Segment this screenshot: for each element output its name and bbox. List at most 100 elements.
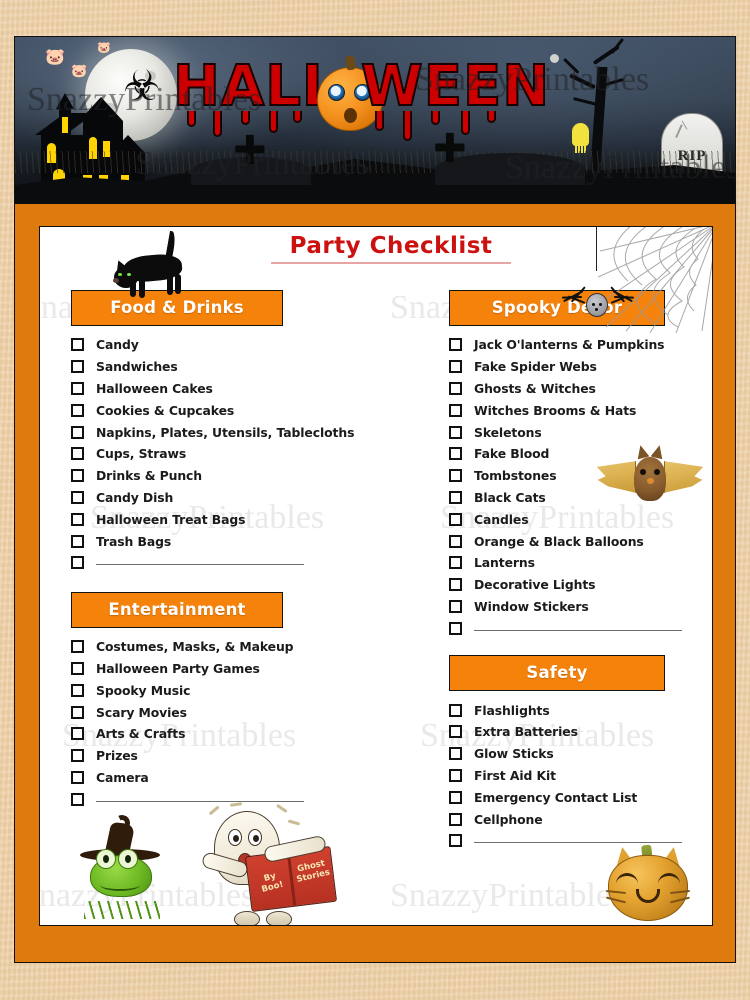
halloween-title-left: HALL [172, 54, 339, 119]
checkbox[interactable] [71, 792, 84, 806]
list-item-blank[interactable] [449, 830, 712, 852]
checkbox[interactable] [449, 834, 462, 848]
page-title: Party Checklist [271, 233, 511, 264]
list-item[interactable]: Cookies & Cupcakes [71, 399, 371, 421]
checkbox[interactable] [71, 360, 84, 374]
checkbox[interactable] [449, 725, 462, 739]
checkbox[interactable] [71, 381, 84, 395]
list-item[interactable]: Drinks & Punch [71, 465, 371, 487]
list-item[interactable]: Camera [71, 767, 371, 789]
list-item[interactable]: Sandwiches [71, 356, 371, 378]
checkbox[interactable] [71, 469, 84, 483]
list-item[interactable]: Tombstones [449, 465, 712, 487]
checkbox[interactable] [71, 661, 84, 675]
item-label: Arts & Crafts [96, 726, 186, 742]
item-label: Scary Movies [96, 704, 187, 720]
list-item[interactable]: Extra Batteries [449, 721, 712, 743]
section-list-safety: Flashlights Extra Batteries Glow Sticks … [449, 699, 712, 852]
checkbox[interactable] [449, 812, 462, 826]
list-item-blank[interactable] [449, 617, 712, 639]
list-item[interactable]: Orange & Black Balloons [449, 530, 712, 552]
write-in-line[interactable] [96, 800, 304, 802]
list-item[interactable]: Costumes, Masks, & Makeup [71, 636, 371, 658]
list-item[interactable]: Flashlights [449, 699, 712, 721]
item-label: Cups, Straws [96, 446, 187, 462]
checkbox[interactable] [71, 770, 84, 784]
list-item[interactable]: Decorative Lights [449, 574, 712, 596]
item-label: Camera [96, 769, 149, 785]
checkbox[interactable] [449, 360, 462, 374]
checkbox[interactable] [449, 490, 462, 504]
list-item[interactable]: Spooky Music [71, 679, 371, 701]
checkbox[interactable] [449, 425, 462, 439]
write-in-line[interactable] [474, 629, 682, 631]
write-in-line[interactable] [96, 564, 304, 566]
checkbox[interactable] [449, 512, 462, 526]
list-item[interactable]: Halloween Cakes [71, 378, 371, 400]
checkbox[interactable] [71, 534, 84, 548]
list-item[interactable]: Lanterns [449, 552, 712, 574]
section-list-spooky-decor: Jack O'lanterns & Pumpkins Fake Spider W… [449, 334, 712, 639]
list-item[interactable]: Prizes [71, 745, 371, 767]
list-item[interactable]: First Aid Kit [449, 765, 712, 787]
right-column: Spooky Decor Jack O'lanterns & Pumpkins … [449, 290, 712, 852]
checkbox[interactable] [449, 768, 462, 782]
checkbox[interactable] [449, 469, 462, 483]
checkbox[interactable] [71, 749, 84, 763]
checkbox[interactable] [71, 425, 84, 439]
checkbox[interactable] [71, 403, 84, 417]
list-item[interactable]: Fake Blood [449, 443, 712, 465]
list-item[interactable]: Trash Bags [71, 530, 371, 552]
checkbox[interactable] [449, 747, 462, 761]
checkbox[interactable] [71, 447, 84, 461]
list-item[interactable]: Glow Sticks [449, 743, 712, 765]
checkbox[interactable] [449, 381, 462, 395]
checkbox[interactable] [71, 683, 84, 697]
checkbox[interactable] [71, 705, 84, 719]
list-item[interactable]: Candy Dish [71, 487, 371, 509]
checkbox[interactable] [449, 790, 462, 804]
checkbox[interactable] [71, 640, 84, 654]
checkbox[interactable] [71, 556, 84, 570]
list-item[interactable]: Jack O'lanterns & Pumpkins [449, 334, 712, 356]
checkbox[interactable] [71, 727, 84, 741]
checkbox[interactable] [71, 338, 84, 352]
item-label: Decorative Lights [474, 577, 596, 593]
list-item[interactable]: Ghosts & Witches [449, 378, 712, 400]
list-item[interactable]: Cups, Straws [71, 443, 371, 465]
list-item[interactable]: Halloween Party Games [71, 658, 371, 680]
checkbox[interactable] [449, 703, 462, 717]
checkbox[interactable] [449, 556, 462, 570]
list-item[interactable]: Witches Brooms & Hats [449, 399, 712, 421]
list-item-blank[interactable] [71, 552, 371, 574]
list-item[interactable]: Window Stickers [449, 596, 712, 618]
item-label: Emergency Contact List [474, 789, 638, 805]
checkbox[interactable] [449, 621, 462, 635]
list-item[interactable]: Halloween Treat Bags [71, 508, 371, 530]
list-item[interactable]: Cellphone [449, 808, 712, 830]
checkbox[interactable] [449, 534, 462, 548]
list-item[interactable]: Black Cats [449, 487, 712, 509]
checkbox[interactable] [449, 599, 462, 613]
list-item[interactable]: Scary Movies [71, 701, 371, 723]
checkbox[interactable] [71, 490, 84, 504]
write-in-line[interactable] [474, 842, 682, 844]
haunted-house-icon [33, 89, 155, 193]
item-label: Halloween Treat Bags [96, 511, 246, 527]
checkbox[interactable] [449, 338, 462, 352]
checkbox[interactable] [449, 578, 462, 592]
list-item-blank[interactable] [71, 788, 371, 810]
list-item[interactable]: Candy [71, 334, 371, 356]
list-item[interactable]: Fake Spider Webs [449, 356, 712, 378]
list-item[interactable]: Skeletons [449, 421, 712, 443]
checkbox[interactable] [449, 403, 462, 417]
checkbox[interactable] [449, 447, 462, 461]
list-item[interactable]: Napkins, Plates, Utensils, Tablecloths [71, 421, 371, 443]
list-item[interactable]: Candles [449, 508, 712, 530]
item-label: Halloween Cakes [96, 380, 213, 396]
checkbox[interactable] [71, 512, 84, 526]
list-item[interactable]: Emergency Contact List [449, 786, 712, 808]
halloween-title-right: WEEN [360, 54, 551, 119]
item-label: Spooky Music [96, 682, 191, 698]
list-item[interactable]: Arts & Crafts [71, 723, 371, 745]
